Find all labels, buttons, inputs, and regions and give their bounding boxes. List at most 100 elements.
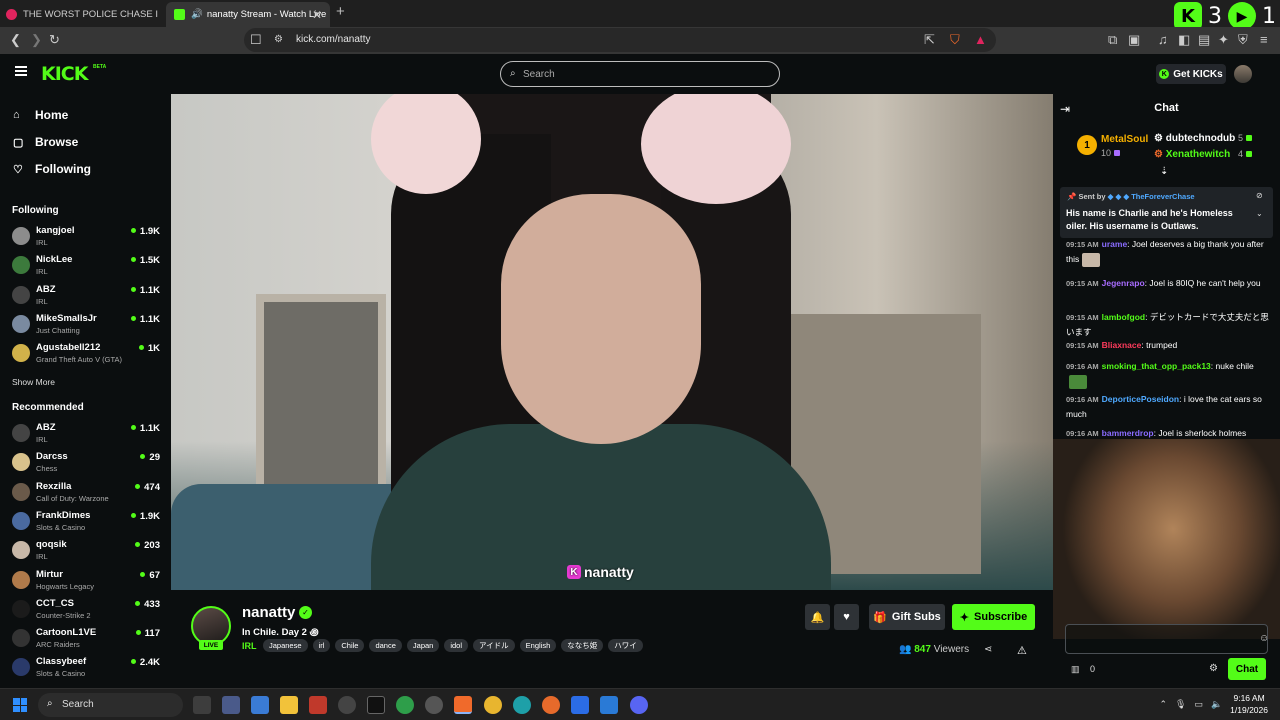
report-icon[interactable]: ⚠ — [1017, 644, 1027, 657]
brave-shield-icon[interactable]: ⛉ — [950, 33, 960, 47]
message-username[interactable]: DeporticePoseidon — [1102, 394, 1179, 404]
app-icon[interactable] — [338, 696, 356, 714]
stream-tag[interactable]: ななち姫 — [561, 639, 604, 652]
gift-subs-button[interactable]: 🎁 Gift Subs — [869, 604, 945, 630]
pinned-username[interactable]: TheForeverChase — [1131, 192, 1194, 201]
brave-browser-icon[interactable] — [454, 696, 472, 714]
expand-leaderboard-icon[interactable]: ⇣ — [1160, 166, 1168, 177]
emoji-icon[interactable]: ☺ — [1259, 633, 1269, 644]
stream-tag[interactable]: irl — [312, 639, 331, 652]
expand-pin-icon[interactable]: ⌄ — [1256, 209, 1263, 218]
browser-tab-active[interactable]: 🔊 nanatty Stream - Watch Live ✕ — [166, 2, 330, 27]
streamer-name[interactable]: nanatty — [242, 604, 295, 621]
new-tab-icon[interactable]: + — [336, 3, 345, 20]
app-icon[interactable] — [425, 696, 443, 714]
get-kicks-button[interactable]: K Get KICKs — [1156, 64, 1226, 84]
share-icon[interactable]: ⋖ — [984, 644, 992, 655]
chat-send-button[interactable]: Chat — [1228, 658, 1266, 680]
sidebar-channel[interactable]: Darcss Chess 29 — [12, 450, 160, 476]
discord-icon[interactable] — [630, 696, 648, 714]
address-bar[interactable]: ☐ ⚙ kick.com/nanatty ⇱ ⛉ ▲ — [244, 28, 996, 52]
share-icon[interactable]: ⇱ — [924, 33, 935, 47]
stream-category[interactable]: IRL — [242, 641, 257, 651]
app-icon[interactable] — [396, 696, 414, 714]
kicks-balance[interactable]: ▥ 0 — [1071, 664, 1095, 675]
leaderboard-user[interactable]: ⚙ Xenathewitch — [1154, 149, 1230, 160]
back-icon[interactable]: ❮ — [10, 33, 21, 47]
vpn-icon[interactable]: ⛨ — [1238, 33, 1248, 47]
play-extension-icon[interactable]: ▶ — [1228, 2, 1256, 30]
music-icon[interactable]: ♫ — [1158, 33, 1168, 47]
sidebar-channel[interactable]: CCT_CS Counter-Strike 2 433 — [12, 597, 160, 623]
sidebar-channel[interactable]: Mirtur Hogwarts Legacy 67 — [12, 568, 160, 594]
subscribe-button[interactable]: ✦ Subscribe — [952, 604, 1035, 630]
windows-start-icon[interactable] — [13, 698, 27, 712]
message-username[interactable]: smoking_that_opp_pack13 — [1102, 361, 1211, 371]
taskbar-search[interactable]: ⌕ Search — [38, 693, 183, 717]
app-icon[interactable] — [251, 696, 269, 714]
stream-tag[interactable]: Chile — [335, 639, 365, 652]
volume-icon[interactable]: 🔈 — [1211, 699, 1222, 710]
message-username[interactable]: lambofgod — [1102, 312, 1145, 322]
sidebar-channel[interactable]: ABZ IRL 1.1K — [12, 421, 160, 447]
close-tab-icon[interactable]: ✕ — [312, 8, 322, 22]
sidebar-channel[interactable]: NickLee IRL 1.5K — [12, 253, 160, 279]
app-icon[interactable] — [222, 696, 240, 714]
video-player[interactable]: K nanatty — [171, 94, 1053, 590]
sidebar-channel[interactable]: CartoonL1VE ARC Raiders 117 — [12, 626, 160, 652]
sidebar-channel[interactable]: Classybeef Slots & Casino 2.4K — [12, 655, 160, 681]
task-view-icon[interactable] — [193, 696, 211, 714]
sidebar-item-browse[interactable]: ▢ Browse — [13, 135, 78, 149]
sidebar-channel[interactable]: Agustabell212 Grand Theft Auto V (GTA) 1K — [12, 341, 160, 367]
sidebar-channel[interactable]: FrankDimes Slots & Casino 1.9K — [12, 509, 160, 535]
chevron-up-icon[interactable]: ⌃ — [1159, 699, 1167, 710]
wallet-icon[interactable]: ▤ — [1198, 33, 1210, 47]
message-username[interactable]: Jegenrapo — [1102, 278, 1145, 288]
screenshot-icon[interactable]: ▣ — [1128, 33, 1140, 47]
sidebar-channel[interactable]: kangjoel IRL 1.9K — [12, 224, 160, 250]
hamburger-menu-icon[interactable] — [15, 66, 27, 76]
sidebar-channel[interactable]: ABZ IRL 1.1K — [12, 283, 160, 309]
kick-extension-icon[interactable]: K — [1174, 2, 1202, 30]
leaderboard-user[interactable]: MetalSoul — [1101, 134, 1148, 145]
stream-tag[interactable]: Japan — [406, 639, 440, 652]
sidebar-toggle-icon[interactable]: ◧ — [1178, 33, 1190, 47]
chat-settings-icon[interactable]: ⚙ — [1209, 663, 1218, 674]
app-icon[interactable] — [571, 696, 589, 714]
stream-tag[interactable]: English — [519, 639, 557, 652]
forward-icon[interactable]: ❯ — [31, 33, 42, 47]
kick-logo[interactable]: KICK — [41, 63, 88, 85]
vscode-icon[interactable] — [600, 696, 618, 714]
stream-tag[interactable]: Japanese — [263, 639, 308, 652]
message-username[interactable]: urame — [1102, 239, 1128, 249]
app-icon[interactable] — [367, 696, 385, 714]
edge-icon[interactable] — [513, 696, 531, 714]
user-avatar[interactable] — [1234, 65, 1252, 83]
message-username[interactable]: bammerdrop — [1102, 428, 1154, 438]
stream-tag[interactable]: idol — [444, 639, 469, 652]
search-input[interactable]: ⌕ Search — [500, 61, 780, 87]
firefox-icon[interactable] — [542, 696, 560, 714]
clock[interactable]: 9:16 AM 1/19/2026 — [1230, 692, 1268, 716]
chat-input[interactable]: ☺ — [1065, 624, 1269, 654]
microphone-icon[interactable]: 🎙 — [1175, 699, 1186, 710]
message-username[interactable]: Bliaxnace — [1102, 340, 1142, 350]
chrome-icon[interactable] — [484, 696, 502, 714]
reload-icon[interactable]: ↻ — [49, 33, 60, 47]
menu-icon[interactable]: ≡ — [1260, 33, 1268, 47]
site-info-icon[interactable]: ⚙ — [274, 33, 283, 47]
sidebar-item-following[interactable]: ♡ Following — [13, 162, 91, 176]
file-explorer-icon[interactable] — [280, 696, 298, 714]
ai-icon[interactable]: ✦ — [1218, 33, 1229, 47]
stream-tag[interactable]: dance — [369, 639, 402, 652]
browser-tab[interactable]: THE WORST POLICE CHASE I'VE EVER — [6, 3, 158, 25]
show-more-link[interactable]: Show More — [12, 377, 55, 387]
stream-tag[interactable]: アイドル — [473, 639, 515, 652]
sidebar-channel[interactable]: Rexzilla Call of Duty: Warzone 474 — [12, 480, 160, 506]
network-icon[interactable]: ▭ — [1194, 699, 1203, 710]
follow-button[interactable]: ♥ — [834, 604, 859, 630]
app-icon[interactable] — [309, 696, 327, 714]
leaderboard-user[interactable]: ⚙ dubtechnodub — [1154, 133, 1235, 144]
extensions-icon[interactable]: ⧉ — [1108, 33, 1117, 47]
hide-pin-icon[interactable]: ⊘ — [1256, 191, 1263, 200]
